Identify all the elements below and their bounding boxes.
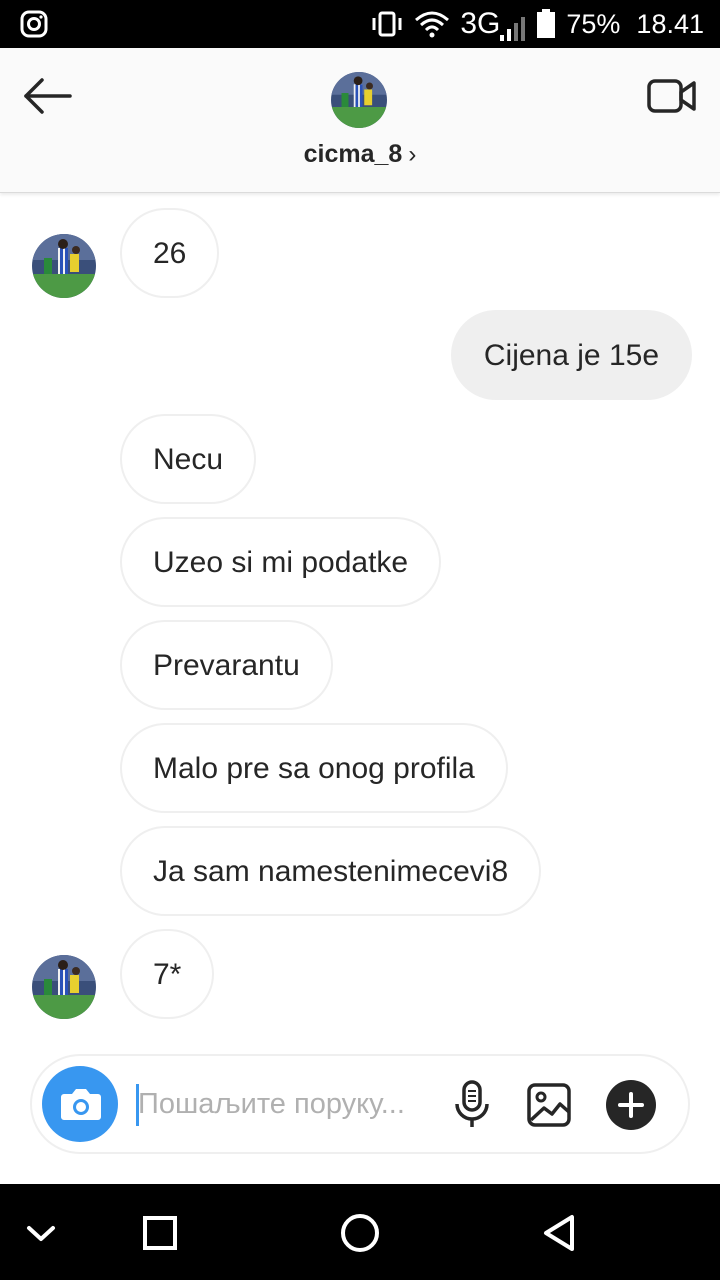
sender-avatar[interactable]: [32, 955, 96, 1019]
sender-avatar[interactable]: [32, 234, 96, 298]
plus-icon: [618, 1092, 644, 1118]
conversation-header: cicma_8 ›: [0, 48, 720, 193]
home-circle-icon[interactable]: [335, 1208, 385, 1258]
gallery-icon[interactable]: [526, 1082, 572, 1128]
battery-percent: 75%: [566, 8, 621, 39]
incoming-message[interactable]: Necu: [120, 414, 257, 504]
wifi-icon: [415, 11, 450, 38]
message-input[interactable]: [138, 1078, 428, 1130]
video-call-icon[interactable]: [646, 76, 698, 116]
outgoing-message[interactable]: Cijena je 15e: [450, 310, 692, 400]
microphone-icon[interactable]: [450, 1080, 494, 1130]
more-options-button[interactable]: [606, 1080, 656, 1130]
incoming-message[interactable]: 26: [120, 208, 220, 298]
instagram-icon: [20, 10, 48, 38]
back-triangle-icon[interactable]: [536, 1208, 586, 1258]
incoming-message[interactable]: Uzeo si mi podatke: [120, 517, 442, 607]
network-type: 3G: [460, 7, 501, 40]
incoming-message[interactable]: Malo pre sa onog profila: [120, 723, 508, 813]
camera-icon: [61, 1089, 101, 1120]
clock: 18.41: [636, 8, 704, 39]
incoming-message[interactable]: 7*: [120, 929, 215, 1019]
battery-icon: [537, 9, 556, 38]
incoming-message[interactable]: Ja sam namestenimecevi8: [120, 826, 542, 916]
system-nav-bar: [0, 1184, 720, 1280]
back-arrow-icon[interactable]: [22, 76, 74, 116]
signal-icon: [500, 17, 526, 41]
username-text: cicma_8: [303, 140, 403, 168]
vibrate-icon: [372, 11, 402, 37]
chevron-right-icon: ›: [408, 141, 417, 168]
recents-square-icon[interactable]: [135, 1208, 185, 1258]
incoming-message[interactable]: Prevarantu: [120, 620, 333, 710]
message-composer: [30, 1054, 690, 1154]
camera-button[interactable]: [42, 1066, 118, 1142]
conversation-username[interactable]: cicma_8 ›: [0, 140, 720, 169]
status-bar: 3G 75% 18.41: [0, 0, 720, 48]
header-avatar[interactable]: [331, 72, 387, 128]
chevron-down-icon[interactable]: [16, 1208, 66, 1258]
